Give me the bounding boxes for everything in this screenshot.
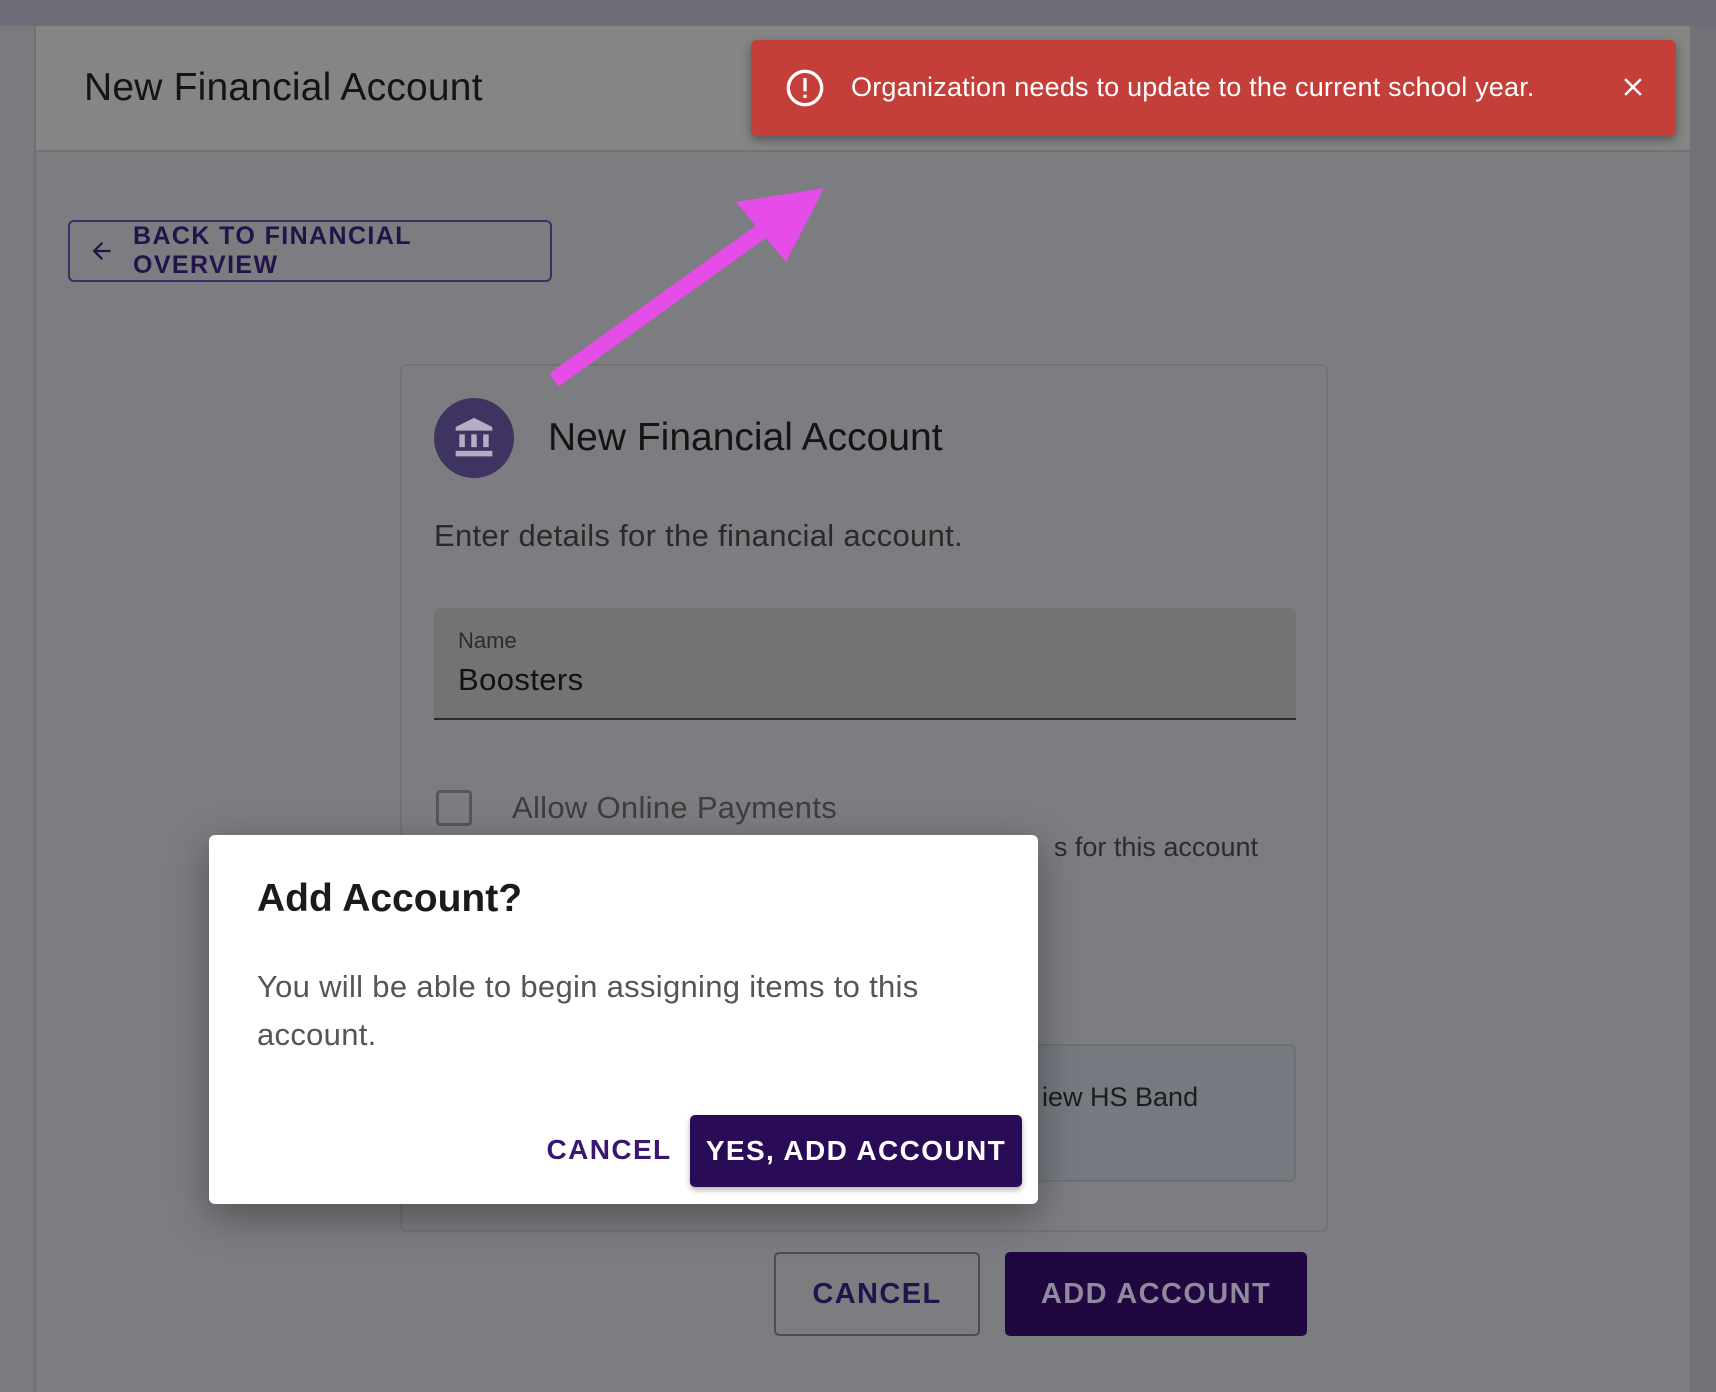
window-top-strip	[0, 0, 1716, 26]
error-toast: Organization needs to update to the curr…	[751, 40, 1676, 136]
organization-text: iew HS Band	[1042, 1082, 1199, 1112]
annotation-arrow	[549, 188, 824, 387]
back-button-label: BACK TO FINANCIAL OVERVIEW	[133, 222, 412, 279]
dialog-cancel-button[interactable]: CANCEL	[529, 1115, 689, 1185]
right-rail	[1690, 26, 1716, 1392]
left-rail	[0, 26, 36, 1392]
add-account-dialog: Add Account? You will be able to begin a…	[209, 835, 1038, 1204]
arrow-left-icon	[92, 241, 111, 261]
dialog-body: You will be able to begin assigning item…	[257, 969, 919, 1052]
name-field-label: Name	[458, 628, 517, 653]
card-subtitle: Enter details for the financial account.	[434, 518, 963, 553]
cancel-button[interactable]: CANCEL	[774, 1252, 980, 1336]
card-title: New Financial Account	[548, 416, 943, 459]
allow-online-payments-label: Allow Online Payments	[512, 790, 838, 825]
add-account-button[interactable]: ADD ACCOUNT	[1005, 1252, 1307, 1336]
bank-icon	[434, 398, 514, 478]
alert-circle-icon	[786, 69, 824, 107]
name-field[interactable]: Name Boosters	[434, 608, 1296, 720]
toast-message: Organization needs to update to the curr…	[851, 72, 1535, 102]
back-to-financial-overview-button[interactable]: BACK TO FINANCIAL OVERVIEW	[68, 220, 552, 282]
yes-add-account-button[interactable]: YES, ADD ACCOUNT	[690, 1115, 1022, 1187]
page-title: New Financial Account	[84, 66, 483, 109]
allow-online-payments-checkbox[interactable]	[436, 790, 472, 826]
name-field-value[interactable]: Boosters	[458, 662, 584, 698]
close-icon[interactable]	[1618, 72, 1648, 102]
dialog-title: Add Account?	[257, 877, 523, 920]
